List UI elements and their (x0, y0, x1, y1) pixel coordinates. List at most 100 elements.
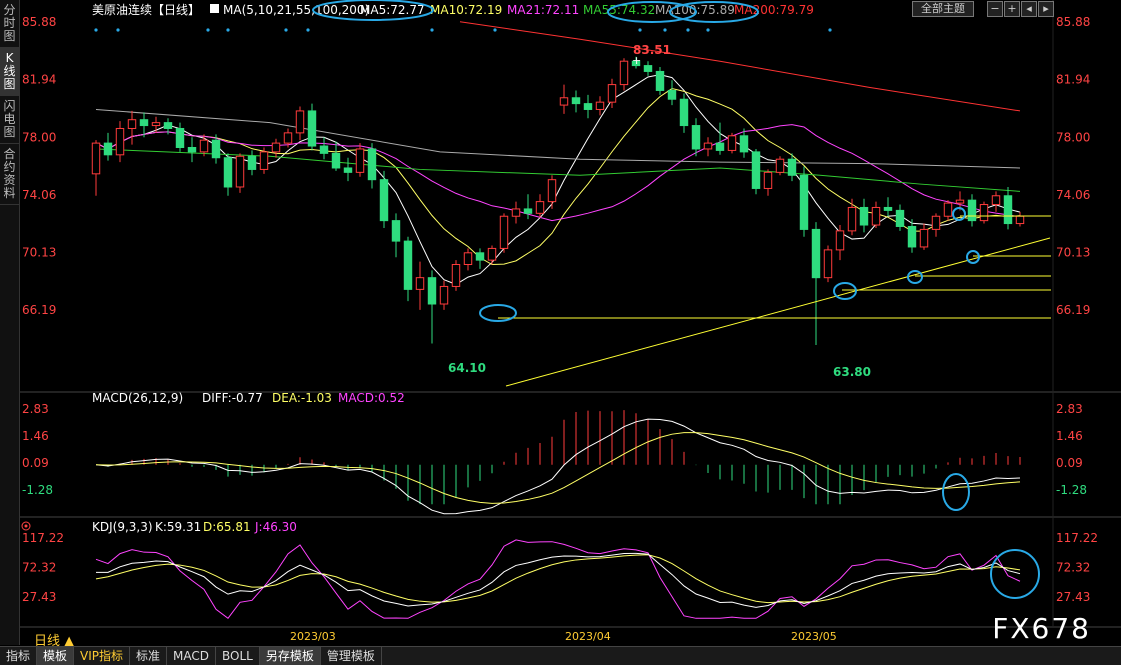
event-marker (306, 28, 310, 32)
event-marker (686, 28, 690, 32)
tab-vip-indicator[interactable]: VIP指标 (74, 647, 131, 665)
plus-button[interactable]: + (1004, 1, 1020, 17)
moving-average-lines (95, 21, 1021, 285)
tab-macd[interactable]: MACD (167, 647, 217, 665)
y-tick-left: 70.13 (22, 245, 56, 259)
kdj-tick-left: 27.43 (22, 590, 56, 604)
y-tick-right: 81.94 (1056, 73, 1090, 87)
candle (127, 110, 137, 145)
minus-button[interactable]: − (987, 1, 1003, 17)
candle (691, 118, 701, 157)
candle (379, 170, 389, 228)
candle (415, 261, 425, 310)
event-marker (493, 28, 497, 32)
candle (439, 280, 449, 310)
candle (655, 67, 665, 95)
tab-timeshare[interactable]: 分时图 (0, 0, 19, 48)
event-marker (116, 28, 120, 32)
tab-indicator[interactable]: 指标 (0, 647, 38, 665)
kdj-k: K:59.31 (155, 520, 201, 534)
macd-tick-right: 1.46 (1056, 429, 1083, 443)
candle (883, 197, 893, 217)
candle (499, 213, 509, 253)
macd-tick-right: -1.28 (1056, 483, 1087, 497)
candlestick-series (91, 28, 1025, 345)
tab-flash[interactable]: 闪电图 (0, 96, 19, 144)
macd-tick-left: 2.83 (22, 402, 49, 416)
y-tick-right: 70.13 (1056, 245, 1090, 259)
chart-canvas[interactable]: 美原油连续【日线】 MA(5,10,21,55,100,200) MA5:72.… (20, 0, 1121, 645)
candle (679, 93, 689, 133)
macd-tick-right: 0.09 (1056, 456, 1083, 470)
y-tick-right: 85.88 (1056, 15, 1090, 29)
candle (451, 260, 461, 291)
ma-label: MA(5,10,21,55,100,200) (223, 3, 369, 17)
candle (727, 132, 737, 154)
candle (967, 194, 977, 227)
candle (619, 58, 629, 91)
candle (151, 116, 161, 133)
theme-dropdown[interactable]: 全部主题 (912, 1, 974, 17)
tab-template[interactable]: 模板 (37, 647, 75, 665)
y-tick-left: 74.06 (22, 188, 56, 202)
y-tick-left: 66.19 (22, 303, 56, 317)
event-marker (706, 28, 710, 32)
j-line (95, 539, 1021, 620)
candle (91, 140, 101, 196)
tab-kline[interactable]: K线图 (0, 48, 19, 96)
candle (667, 80, 677, 106)
candle (595, 96, 605, 116)
macd-dea: DEA:-1.03 (272, 391, 332, 405)
candle (523, 194, 533, 220)
candle (1015, 211, 1025, 227)
tab-standard[interactable]: 标准 (130, 647, 168, 665)
tab-save-template[interactable]: 另存模板 (259, 647, 321, 665)
candle (571, 90, 581, 113)
candle (895, 204, 905, 231)
candle (247, 150, 257, 176)
candle (259, 147, 269, 174)
candle (271, 138, 281, 158)
tab-manage-template[interactable]: 管理模板 (321, 647, 382, 665)
candle (559, 84, 569, 114)
candle (823, 245, 833, 283)
candle (763, 169, 773, 196)
kdj-tick-right: 27.43 (1056, 590, 1090, 604)
candle (751, 148, 761, 195)
candle (487, 245, 497, 265)
candle (799, 166, 809, 237)
candle (1003, 186, 1013, 230)
kdj-tick-right: 117.22 (1056, 531, 1098, 545)
ma10-value: MA10:72.19 (430, 3, 502, 17)
candle (703, 137, 713, 157)
y-tick-right: 78.00 (1056, 130, 1090, 144)
event-marker (663, 28, 667, 32)
kdj-d: D:65.81 (203, 520, 251, 534)
macd-tick-left: 0.09 (22, 456, 49, 470)
highlight-ellipse (833, 282, 857, 300)
x-label-april: 2023/04 (565, 630, 611, 643)
tab-boll[interactable]: BOLL (216, 647, 260, 665)
y-tick-left: 78.00 (22, 130, 56, 144)
macd-value: MACD:0.52 (338, 391, 405, 405)
tab-contract-info[interactable]: 合约资料 (0, 144, 19, 205)
candle (943, 200, 953, 221)
settings-icon[interactable] (210, 4, 219, 13)
left-button[interactable]: ◂ (1021, 1, 1037, 17)
event-marker (430, 28, 434, 32)
kdj-label: KDJ(9,3,3) (92, 520, 153, 534)
price-y-axis: 85.88 85.88 81.94 81.94 78.00 78.00 74.06 74.06… (22, 15, 1090, 317)
ma21-line (95, 124, 1021, 222)
d-line (95, 554, 1021, 604)
macd-label: MACD(26,12,9) (92, 391, 183, 405)
diff-line (95, 418, 1021, 515)
candle (307, 103, 317, 151)
kdj-tick-left: 72.32 (22, 561, 56, 575)
highlight-ellipse (952, 207, 966, 221)
x-label-may: 2023/05 (791, 630, 837, 643)
candle (367, 143, 377, 189)
right-button[interactable]: ▸ (1038, 1, 1054, 17)
event-marker (638, 28, 642, 32)
candle (475, 248, 485, 269)
y-tick-right: 66.19 (1056, 303, 1090, 317)
